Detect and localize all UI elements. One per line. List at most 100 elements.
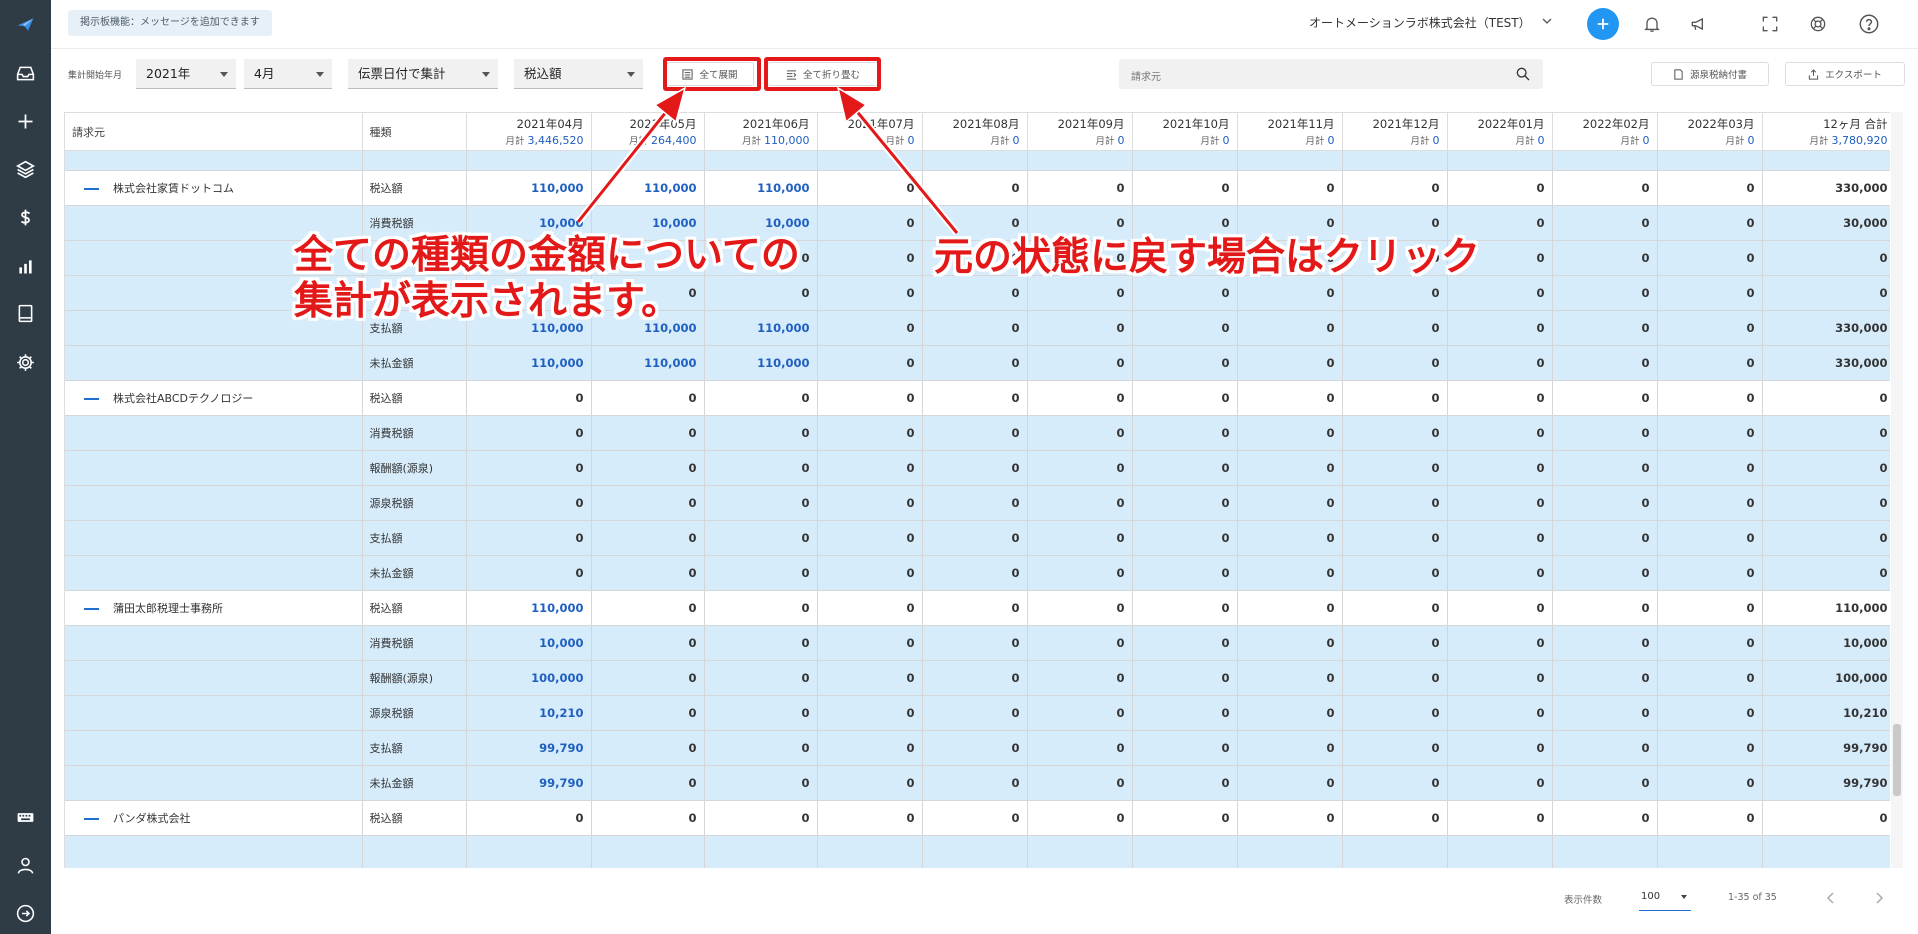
next-page-icon[interactable] <box>1872 890 1886 906</box>
table-row[interactable]: パンダ株式会社 税込額 0 0 0 0 0 0 0 0 0 0 0 0 0 <box>65 800 1890 836</box>
collapse-dash-icon[interactable] <box>84 608 99 610</box>
fullscreen-icon[interactable] <box>1760 14 1780 34</box>
amount-cell: 0 <box>922 555 1028 591</box>
keyboard-icon[interactable] <box>0 797 51 837</box>
bell-icon[interactable] <box>1642 14 1662 34</box>
col-header-month[interactable]: 2021年07月 月計 0 <box>817 113 923 151</box>
prev-page-icon[interactable] <box>1824 890 1838 906</box>
book-icon[interactable] <box>0 293 51 333</box>
amount-type-select[interactable]: 税込額 <box>514 59 643 89</box>
amount-cell: 0 <box>922 380 1028 416</box>
withholding-slip-button[interactable]: 源泉税納付書 <box>1651 62 1769 86</box>
gear-icon[interactable] <box>0 342 51 382</box>
amount-cell: 0 <box>1027 450 1133 486</box>
month-select[interactable]: 4月 <box>244 59 332 89</box>
amount-cell: 0 <box>704 590 818 626</box>
table-row[interactable]: 源泉税額 0 0 0 0 0 0 0 0 0 0 0 0 0 <box>65 485 1890 521</box>
amount-cell: 0 <box>1027 590 1133 626</box>
table-row[interactable]: 源泉税額 10,210 0 0 0 0 0 0 0 0 0 0 0 10,210 <box>65 695 1890 731</box>
company-name[interactable]: オートメーションラボ株式会社（TEST） <box>1309 14 1531 31</box>
megaphone-icon[interactable] <box>1689 14 1709 34</box>
chart-icon[interactable] <box>0 246 51 286</box>
collapse-dash-icon[interactable] <box>84 818 99 820</box>
col-header-month[interactable]: 2022年01月 月計 0 <box>1447 113 1553 151</box>
col-header-month[interactable]: 2021年11月 月計 0 <box>1237 113 1343 151</box>
table-row[interactable]: 株式会社ABCDテクノロジー 税込額 0 0 0 0 0 0 0 0 0 0 0 0 0 <box>65 380 1890 416</box>
monthly-total: 月計 110,000 <box>712 133 810 147</box>
amount-cell: 0 <box>1552 345 1658 381</box>
amount-cell: 0 <box>591 625 705 661</box>
col-header-month[interactable]: 2021年05月 月計 264,400 <box>591 113 705 151</box>
col-header-month[interactable]: 2021年09月 月計 0 <box>1027 113 1133 151</box>
month-label: 2021年05月 <box>629 117 697 131</box>
per-page-select[interactable]: 100 <box>1639 884 1691 911</box>
col-header-month[interactable]: 2021年08月 月計 0 <box>922 113 1028 151</box>
amount-cell: 110,000 <box>591 345 705 381</box>
amount-cell: 0 <box>1237 765 1343 801</box>
user-icon[interactable] <box>0 845 51 885</box>
logout-icon[interactable] <box>0 893 51 933</box>
table-row[interactable]: 消費税額 0 0 0 0 0 0 0 0 0 0 0 0 0 <box>65 415 1890 451</box>
table-row[interactable]: 未払金額 0 0 0 0 0 0 0 0 0 0 0 0 0 <box>65 555 1890 591</box>
amount-cell: 0 <box>1657 415 1763 451</box>
amount-cell: 0 <box>1447 695 1553 731</box>
export-button[interactable]: エクスポート <box>1785 62 1905 86</box>
layers-icon[interactable] <box>0 149 51 189</box>
table-row[interactable]: 蒲田太郎税理士事務所 税込額 110,000 0 0 0 0 0 0 0 0 0 0 0 110,000 <box>65 590 1890 626</box>
table-cell <box>65 150 363 171</box>
chevron-down-icon[interactable] <box>1541 14 1553 28</box>
amount-cell: 0 <box>1552 520 1658 556</box>
amount-cell: 0 <box>1552 205 1658 241</box>
month-label: 2022年01月 <box>1477 117 1545 131</box>
table-row-partial <box>65 150 1890 171</box>
table-row[interactable]: 報酬額(源泉) 100,000 0 0 0 0 0 0 0 0 0 0 0 100,000 <box>65 660 1890 696</box>
table-row[interactable]: 支払額 0 0 0 0 0 0 0 0 0 0 0 0 0 <box>65 520 1890 556</box>
table-row[interactable]: 消費税額 10,000 0 0 0 0 0 0 0 0 0 0 0 10,000 <box>65 625 1890 661</box>
kind-cell: 未払金額 <box>362 345 467 381</box>
vertical-scrollbar[interactable] <box>1891 112 1903 868</box>
table-row[interactable]: 報酬額(源泉) 0 0 0 0 0 0 0 0 0 0 0 0 0 <box>65 450 1890 486</box>
col-header-month[interactable]: 2021年04月 月計 3,446,520 <box>466 113 592 151</box>
col-header-month[interactable]: 2021年06月 月計 110,000 <box>704 113 818 151</box>
search-icon[interactable] <box>1515 66 1531 82</box>
table-row[interactable]: 未払金額 110,000 110,000 110,000 0 0 0 0 0 0 0 0 0 330,00… <box>65 345 1890 381</box>
col-header-vendor[interactable]: 請求元 <box>65 113 363 151</box>
table-row[interactable]: 株式会社家賃ドットコム 税込額 110,000 110,000 110,000 0 0 0 0 0… <box>65 170 1890 206</box>
scrollbar-thumb[interactable] <box>1893 724 1901 796</box>
col-header-month[interactable]: 2021年10月 月計 0 <box>1132 113 1238 151</box>
board-message-button[interactable]: 掲示板機能：メッセージを追加できます <box>68 10 272 36</box>
inbox-icon[interactable] <box>0 53 51 93</box>
vendor-cell[interactable]: パンダ株式会社 <box>65 800 363 836</box>
dollar-icon[interactable] <box>0 197 51 237</box>
logo-icon[interactable] <box>0 4 51 44</box>
table-row[interactable]: 未払金額 99,790 0 0 0 0 0 0 0 0 0 0 0 99,790 <box>65 765 1890 801</box>
amount-cell: 0 <box>817 765 923 801</box>
monthly-total: 月計 0 <box>1560 133 1649 147</box>
support-icon[interactable] <box>1808 14 1828 34</box>
year-select[interactable]: 2021年 <box>136 59 236 89</box>
collapse-dash-icon[interactable] <box>84 188 99 190</box>
annotation-left-line2: 集計が表示されます。 <box>294 279 681 324</box>
aggregation-select[interactable]: 伝票日付で集計 <box>348 59 498 89</box>
plus-icon <box>1597 18 1609 30</box>
total-cell: 0 <box>1762 485 1890 521</box>
col-header-month[interactable]: 2022年03月 月計 0 <box>1657 113 1763 151</box>
table-row[interactable]: 支払額 99,790 0 0 0 0 0 0 0 0 0 0 0 99,790 <box>65 730 1890 766</box>
col-header-kind[interactable]: 種類 <box>362 113 467 151</box>
vendor-cell[interactable]: 株式会社ABCDテクノロジー <box>65 380 363 416</box>
vendor-cell[interactable]: 株式会社家賃ドットコム <box>65 170 363 206</box>
vendor-cell[interactable]: 蒲田太郎税理士事務所 <box>65 590 363 626</box>
table-cell <box>1762 150 1890 171</box>
aggregation-value: 伝票日付で集計 <box>358 66 446 81</box>
col-header-month[interactable]: 2022年02月 月計 0 <box>1552 113 1658 151</box>
vendor-cell <box>65 625 363 661</box>
collapse-dash-icon[interactable] <box>84 398 99 400</box>
help-icon[interactable] <box>1858 13 1880 35</box>
add-button[interactable] <box>1587 8 1619 40</box>
plus-icon[interactable] <box>0 101 51 141</box>
col-header-month[interactable]: 2021年12月 月計 0 <box>1342 113 1448 151</box>
amount-cell: 0 <box>1447 800 1553 836</box>
col-header-month[interactable]: 12ヶ月 合計 月計 3,780,920 <box>1762 113 1890 151</box>
search-input[interactable]: 請求元 <box>1119 59 1543 89</box>
amount-cell: 0 <box>817 240 923 276</box>
